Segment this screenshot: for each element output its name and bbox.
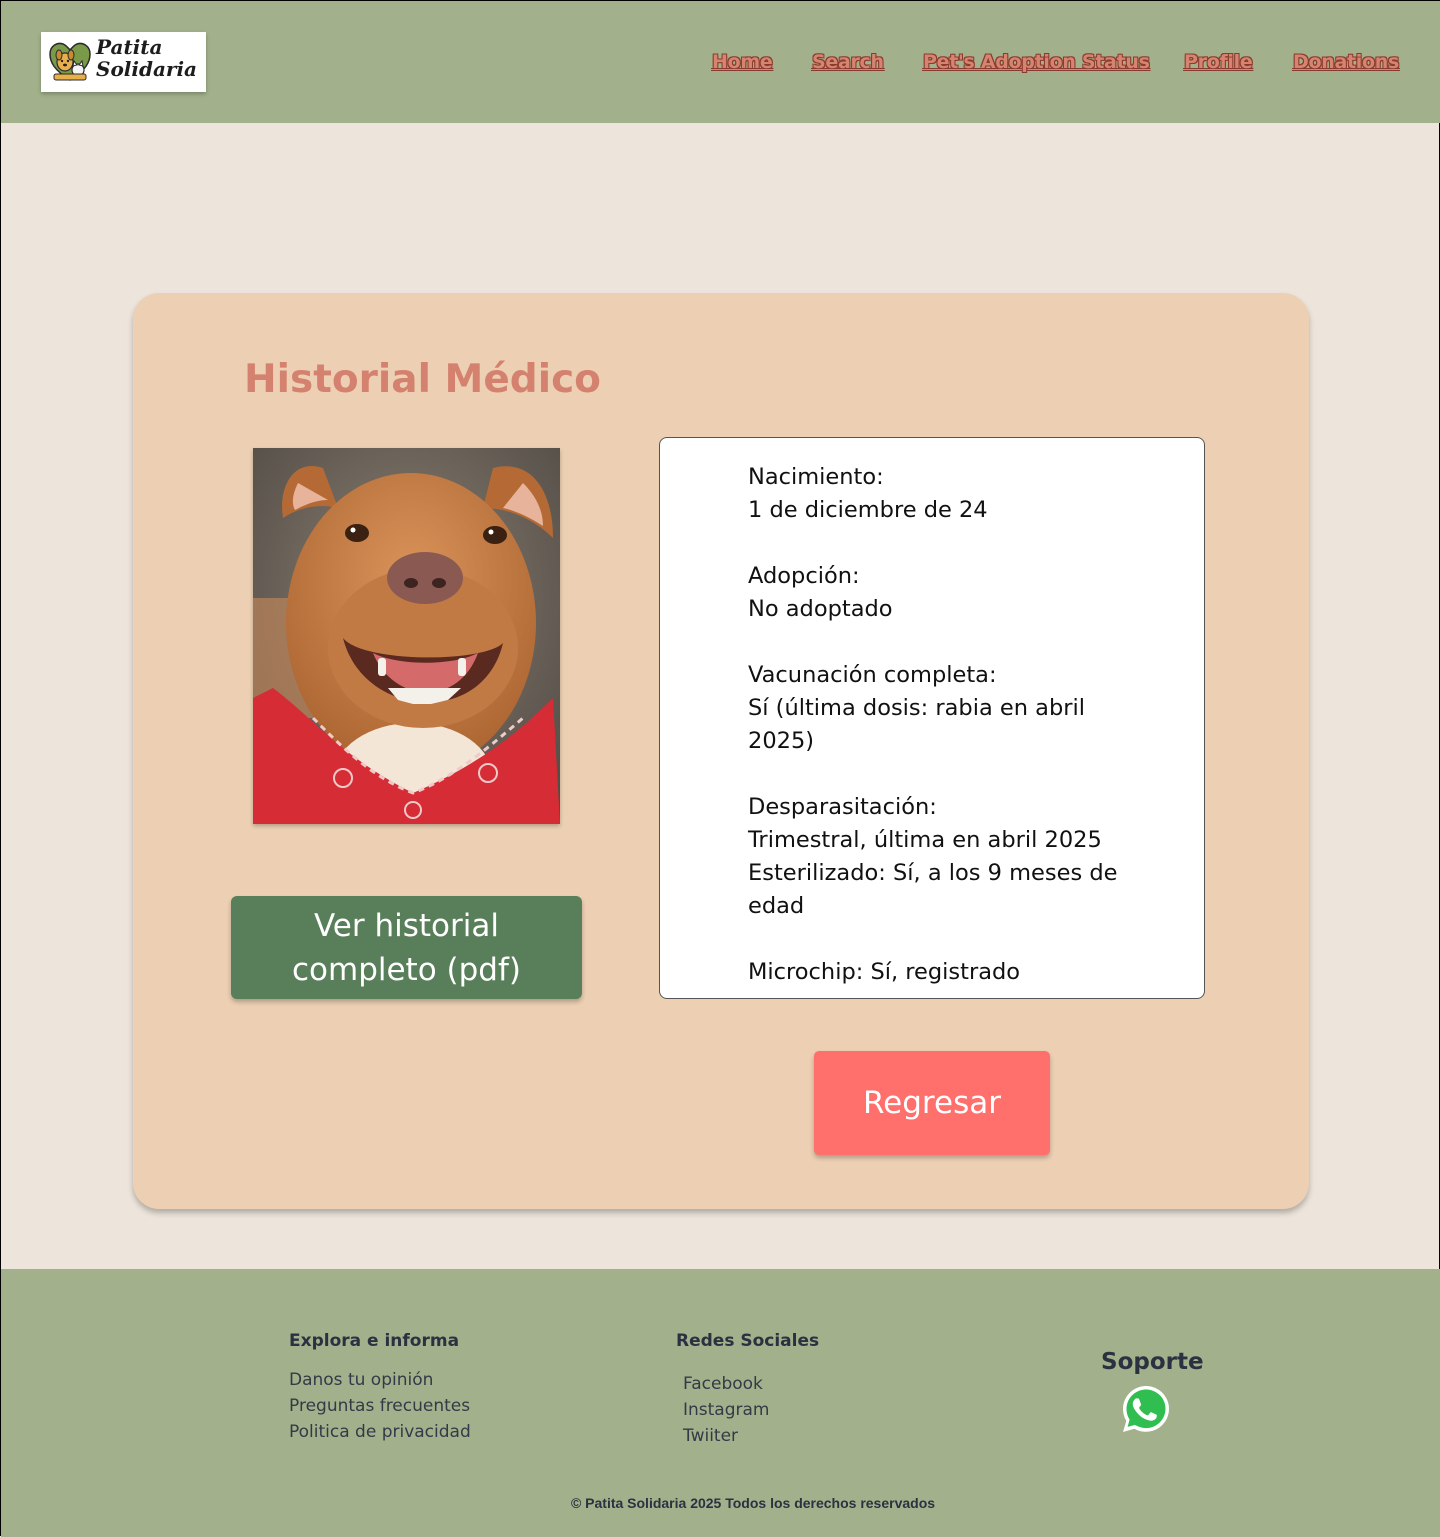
vaccine-label: Vacunación completa: xyxy=(748,662,997,688)
footer-link-privacy[interactable]: Politica de privacidad xyxy=(289,1422,471,1442)
view-full-history-pdf-button[interactable]: Ver historial completo (pdf) xyxy=(231,896,582,999)
view-full-history-pdf-label: Ver historial completo (pdf) xyxy=(291,907,521,988)
deworming-label: Desparasitación: xyxy=(748,794,937,820)
microchip-value: Microchip: Sí, registrado xyxy=(748,959,1021,985)
birth-label: Nacimiento: xyxy=(748,464,884,490)
page-title: Historial Médico xyxy=(244,357,601,402)
footer-social-title: Redes Sociales xyxy=(676,1331,820,1351)
adoption-value: No adoptado xyxy=(748,596,893,622)
footer-link-twitter[interactable]: Twiiter xyxy=(683,1426,738,1446)
nav-search[interactable]: Search xyxy=(812,51,884,73)
whatsapp-icon[interactable] xyxy=(1121,1384,1171,1434)
brand-name: Patita Solidaria xyxy=(96,36,197,80)
medical-info-text: Nacimiento: 1 de diciembre de 24 Adopció… xyxy=(748,461,1128,989)
brand-logo[interactable]: Patita Solidaria xyxy=(41,32,206,92)
nav-profile[interactable]: Profile xyxy=(1184,51,1253,73)
nav-donations[interactable]: Donations xyxy=(1293,51,1399,73)
back-button[interactable]: Regresar xyxy=(814,1051,1050,1155)
site-header: Patita Solidaria Home Search Pet's Adopt… xyxy=(1,1,1440,123)
birth-value: 1 de diciembre de 24 xyxy=(748,497,988,523)
pet-photo xyxy=(253,448,560,824)
adoption-label: Adopción: xyxy=(748,563,860,589)
brand-name-line2: Solidaria xyxy=(96,57,198,81)
deworming-value: Trimestral, última en abril 2025 xyxy=(748,827,1102,853)
footer-link-feedback[interactable]: Danos tu opinión xyxy=(289,1370,433,1390)
sterilized-value: Esterilizado: Sí, a los 9 meses de edad xyxy=(748,860,1118,919)
vaccine-value: Sí (última dosis: rabia en abril 2025) xyxy=(748,695,1085,754)
nav-adoption-status[interactable]: Pet's Adoption Status xyxy=(923,51,1150,73)
footer-link-facebook[interactable]: Facebook xyxy=(683,1374,763,1394)
nav-home[interactable]: Home xyxy=(712,51,773,73)
footer-support-title: Soporte xyxy=(1101,1349,1204,1375)
dog-photo-icon xyxy=(253,448,560,824)
footer-explore-title: Explora e informa xyxy=(289,1331,460,1351)
brand-name-line1: Patita xyxy=(96,35,163,59)
footer-link-faq[interactable]: Preguntas frecuentes xyxy=(289,1396,470,1416)
footer-link-instagram[interactable]: Instagram xyxy=(683,1400,770,1420)
footer-copyright: © Patita Solidaria 2025 Todos los derech… xyxy=(570,1495,936,1511)
dog-cat-logo-icon xyxy=(49,42,91,81)
